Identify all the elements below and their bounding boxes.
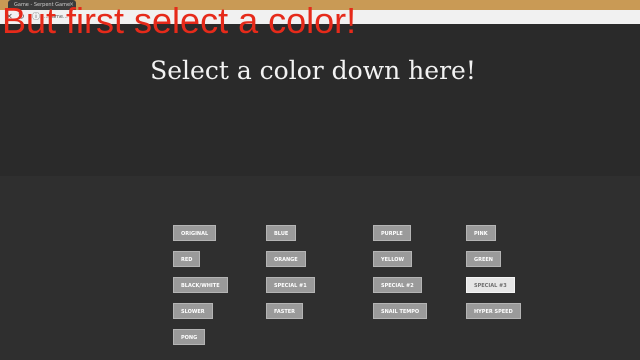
blue-button[interactable]: BLUE <box>266 225 297 241</box>
special-3-button[interactable]: SPECIAL #3 <box>466 277 515 293</box>
hyper-speed-button[interactable]: HYPER SPEED <box>466 303 521 319</box>
special-2-button[interactable]: SPECIAL #2 <box>373 277 422 293</box>
black-white-button[interactable]: BLACK/WHITE <box>173 277 228 293</box>
green-button[interactable]: GREEN <box>466 251 501 267</box>
pink-button[interactable]: PINK <box>466 225 496 241</box>
special-1-button[interactable]: SPECIAL #1 <box>266 277 315 293</box>
page-heading: Select a color down here! <box>150 56 476 85</box>
page-header-area: Select a color down here! <box>0 24 640 176</box>
faster-button[interactable]: FASTER <box>266 303 303 319</box>
color-selection-area: ORIGINAL BLUE PURPLE PINK RED ORANGE YEL… <box>0 176 640 360</box>
orange-button[interactable]: ORANGE <box>266 251 306 267</box>
slower-button[interactable]: SLOWER <box>173 303 213 319</box>
red-button[interactable]: RED <box>173 251 201 267</box>
yellow-button[interactable]: YELLOW <box>373 251 412 267</box>
original-button[interactable]: ORIGINAL <box>173 225 217 241</box>
game-page: Select a color down here! ORIGINAL BLUE … <box>0 24 640 360</box>
snail-tempo-button[interactable]: SNAIL TEMPO <box>373 303 428 319</box>
purple-button[interactable]: PURPLE <box>373 225 411 241</box>
overlay-caption: But first select a color! <box>2 0 357 41</box>
pong-button[interactable]: PONG <box>173 329 206 345</box>
